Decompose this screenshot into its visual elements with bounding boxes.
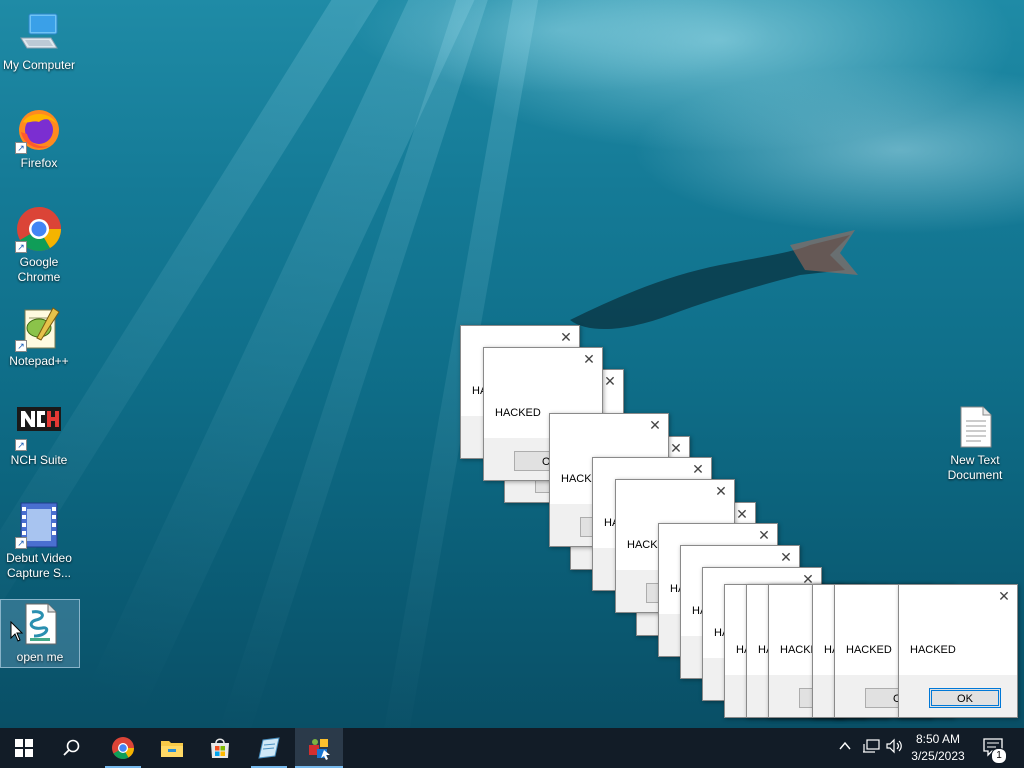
dialog-message: HACKED: [910, 644, 956, 656]
ok-button[interactable]: OK: [929, 688, 1001, 708]
text-document-icon: [951, 403, 999, 451]
close-icon[interactable]: ✕: [735, 507, 749, 521]
shortcut-arrow-icon: ↗: [15, 241, 27, 253]
desktop-icon-label: NCH Suite: [10, 453, 68, 467]
close-icon[interactable]: ✕: [779, 550, 793, 564]
desktop-icon-label: Debut Video Capture S...: [6, 551, 72, 580]
desktop-icon-label: Firefox: [20, 156, 58, 170]
taskbar-chrome[interactable]: [99, 728, 147, 768]
network-icon[interactable]: [861, 736, 881, 759]
hacked-dialog-active[interactable]: ✕ HACKED OK: [898, 584, 1018, 718]
desktop-icon-label: Google Chrome: [17, 255, 61, 284]
shortcut-arrow-icon: ↗: [15, 537, 27, 549]
nch-suite-icon: ↗: [15, 403, 63, 451]
windows-start-icon: [15, 739, 33, 757]
desktop-icon-nch-suite[interactable]: ↗ NCH Suite: [0, 403, 78, 468]
swimmer-silhouette: [570, 230, 858, 330]
desktop-icon-debut-video[interactable]: ↗ Debut Video Capture S...: [0, 501, 78, 581]
notepad-app-icon: [258, 737, 280, 759]
chrome-icon: ↗: [15, 205, 63, 253]
close-icon[interactable]: ✕: [669, 441, 683, 455]
mouse-cursor-icon: [10, 621, 24, 642]
firefox-icon: ↗: [15, 106, 63, 154]
debut-video-icon: ↗: [15, 501, 63, 549]
chevron-up-icon[interactable]: [838, 736, 852, 759]
close-icon[interactable]: ✕: [603, 374, 617, 388]
taskbar-file-explorer[interactable]: [148, 728, 196, 768]
desktop-icon-new-text-document[interactable]: New Text Document: [936, 403, 1014, 483]
dialog-message: HACKED: [846, 644, 892, 656]
clock-time: 8:50 AM: [915, 732, 961, 746]
clock-date: 3/25/2023: [911, 749, 965, 763]
close-icon[interactable]: ✕: [757, 528, 771, 542]
malware-app-icon: [309, 739, 330, 760]
shortcut-arrow-icon: ↗: [15, 142, 27, 154]
notification-count-badge: 1: [991, 748, 1007, 764]
taskbar-notepad[interactable]: [245, 728, 293, 768]
taskbar-microsoft-store[interactable]: [196, 728, 244, 768]
desktop-icon-notepad-plus-plus[interactable]: ↗ Notepad++: [0, 304, 78, 369]
notepad-plus-plus-icon: ↗: [15, 304, 63, 352]
close-icon[interactable]: ✕: [648, 418, 662, 432]
desktop-icon-label: New Text Document: [947, 453, 1003, 482]
taskbar-running-app[interactable]: [295, 728, 343, 768]
desktop-icon-my-computer[interactable]: My Computer: [0, 8, 78, 73]
search-button[interactable]: [48, 728, 96, 768]
close-icon[interactable]: ✕: [559, 330, 573, 344]
file-explorer-icon: [161, 741, 183, 757]
chrome-icon: [112, 737, 134, 759]
computer-icon: [15, 8, 63, 56]
search-icon: [63, 739, 80, 756]
close-icon[interactable]: ✕: [997, 589, 1011, 603]
start-button[interactable]: [0, 728, 48, 768]
desktop-icon-firefox[interactable]: ↗ Firefox: [0, 106, 78, 171]
dialog-message: HACKED: [495, 407, 541, 419]
shortcut-arrow-icon: ↗: [15, 340, 27, 352]
taskbar: 8:50 AM 3/25/2023 1: [0, 728, 1024, 768]
desktop-icon-label: Notepad++: [9, 354, 69, 368]
desktop-icon-label: My Computer: [2, 58, 76, 72]
close-icon[interactable]: ✕: [714, 484, 728, 498]
shortcut-arrow-icon: ↗: [15, 439, 27, 451]
desktop-icon-label: open me: [16, 650, 64, 664]
volume-icon[interactable]: [884, 736, 904, 759]
close-icon[interactable]: ✕: [691, 462, 705, 476]
microsoft-store-icon: [211, 738, 229, 758]
taskbar-clock[interactable]: 8:50 AM 3/25/2023: [906, 731, 970, 765]
close-icon[interactable]: ✕: [582, 352, 596, 366]
desktop-icon-google-chrome[interactable]: ↗ Google Chrome: [0, 205, 78, 285]
